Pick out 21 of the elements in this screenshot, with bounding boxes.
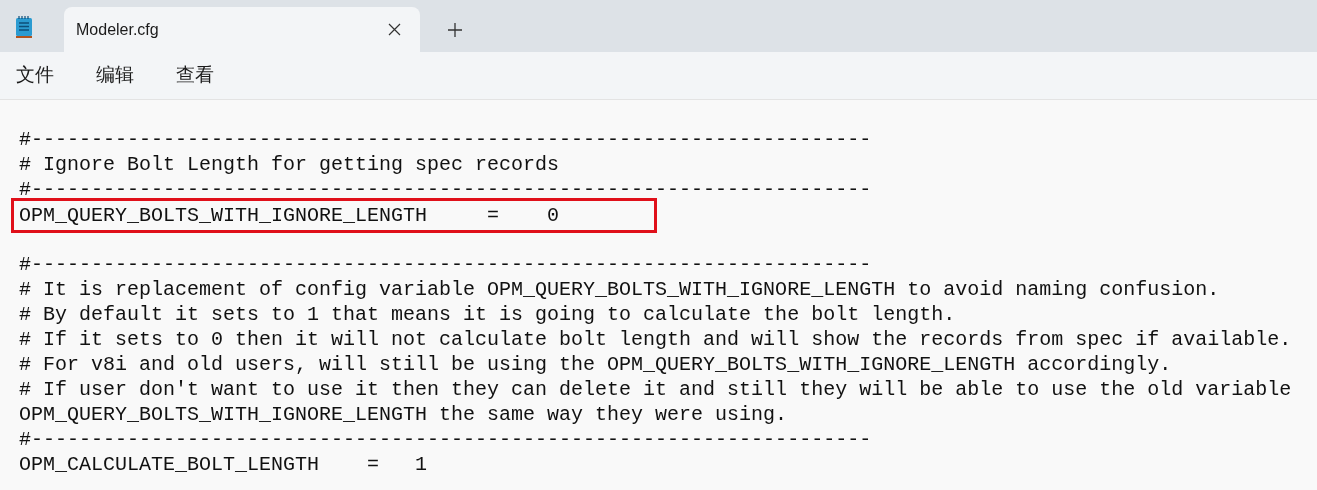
- code-line: #----------------------------------------------------------------------: [19, 127, 872, 152]
- tab-title: Modeler.cfg: [76, 19, 160, 40]
- code-line: #----------------------------------------------------------------------: [19, 252, 872, 277]
- menu-item[interactable]: 编辑: [96, 61, 134, 90]
- code-line: #----------------------------------------------------------------------: [19, 427, 872, 452]
- code-line: # If user don't want to use it then they can delete it and still they will be able to use the old variable: [19, 377, 1292, 402]
- code-line: # It is replacement of config variable OPM_QUERY_BOLTS_WITH_IGNORE_LENGTH to avoid naming confusion.: [19, 277, 1220, 302]
- code-line: OPM_QUERY_BOLTS_WITH_IGNORE_LENGTH = 0: [19, 203, 560, 228]
- notepad-icon: [14, 15, 34, 39]
- file-tab[interactable]: Modeler.cfg: [64, 7, 420, 52]
- code-line: # By default it sets to 1 that means it is going to calculate the bolt length.: [19, 302, 956, 327]
- code-line: # For v8i and old users, will still be using the OPM_QUERY_BOLTS_WITH_IGNORE_LENGTH accordingly.: [19, 352, 1172, 377]
- code-line: #----------------------------------------------------------------------: [19, 177, 872, 202]
- close-icon: [387, 23, 401, 36]
- code-line: OPM_QUERY_BOLTS_WITH_IGNORE_LENGTH the same way they were using.: [19, 402, 788, 427]
- menu-item[interactable]: 文件: [16, 61, 54, 90]
- code-line: OPM_CALCULATE_BOLT_LENGTH = 1: [19, 452, 428, 477]
- menu-item[interactable]: 查看: [176, 61, 214, 90]
- code-line: # If it sets to 0 then it will not calculate bolt length and will show the records from spec if available.: [19, 327, 1292, 352]
- plus-icon: [447, 22, 463, 38]
- code-line: # Ignore Bolt Length for getting spec records: [19, 152, 560, 177]
